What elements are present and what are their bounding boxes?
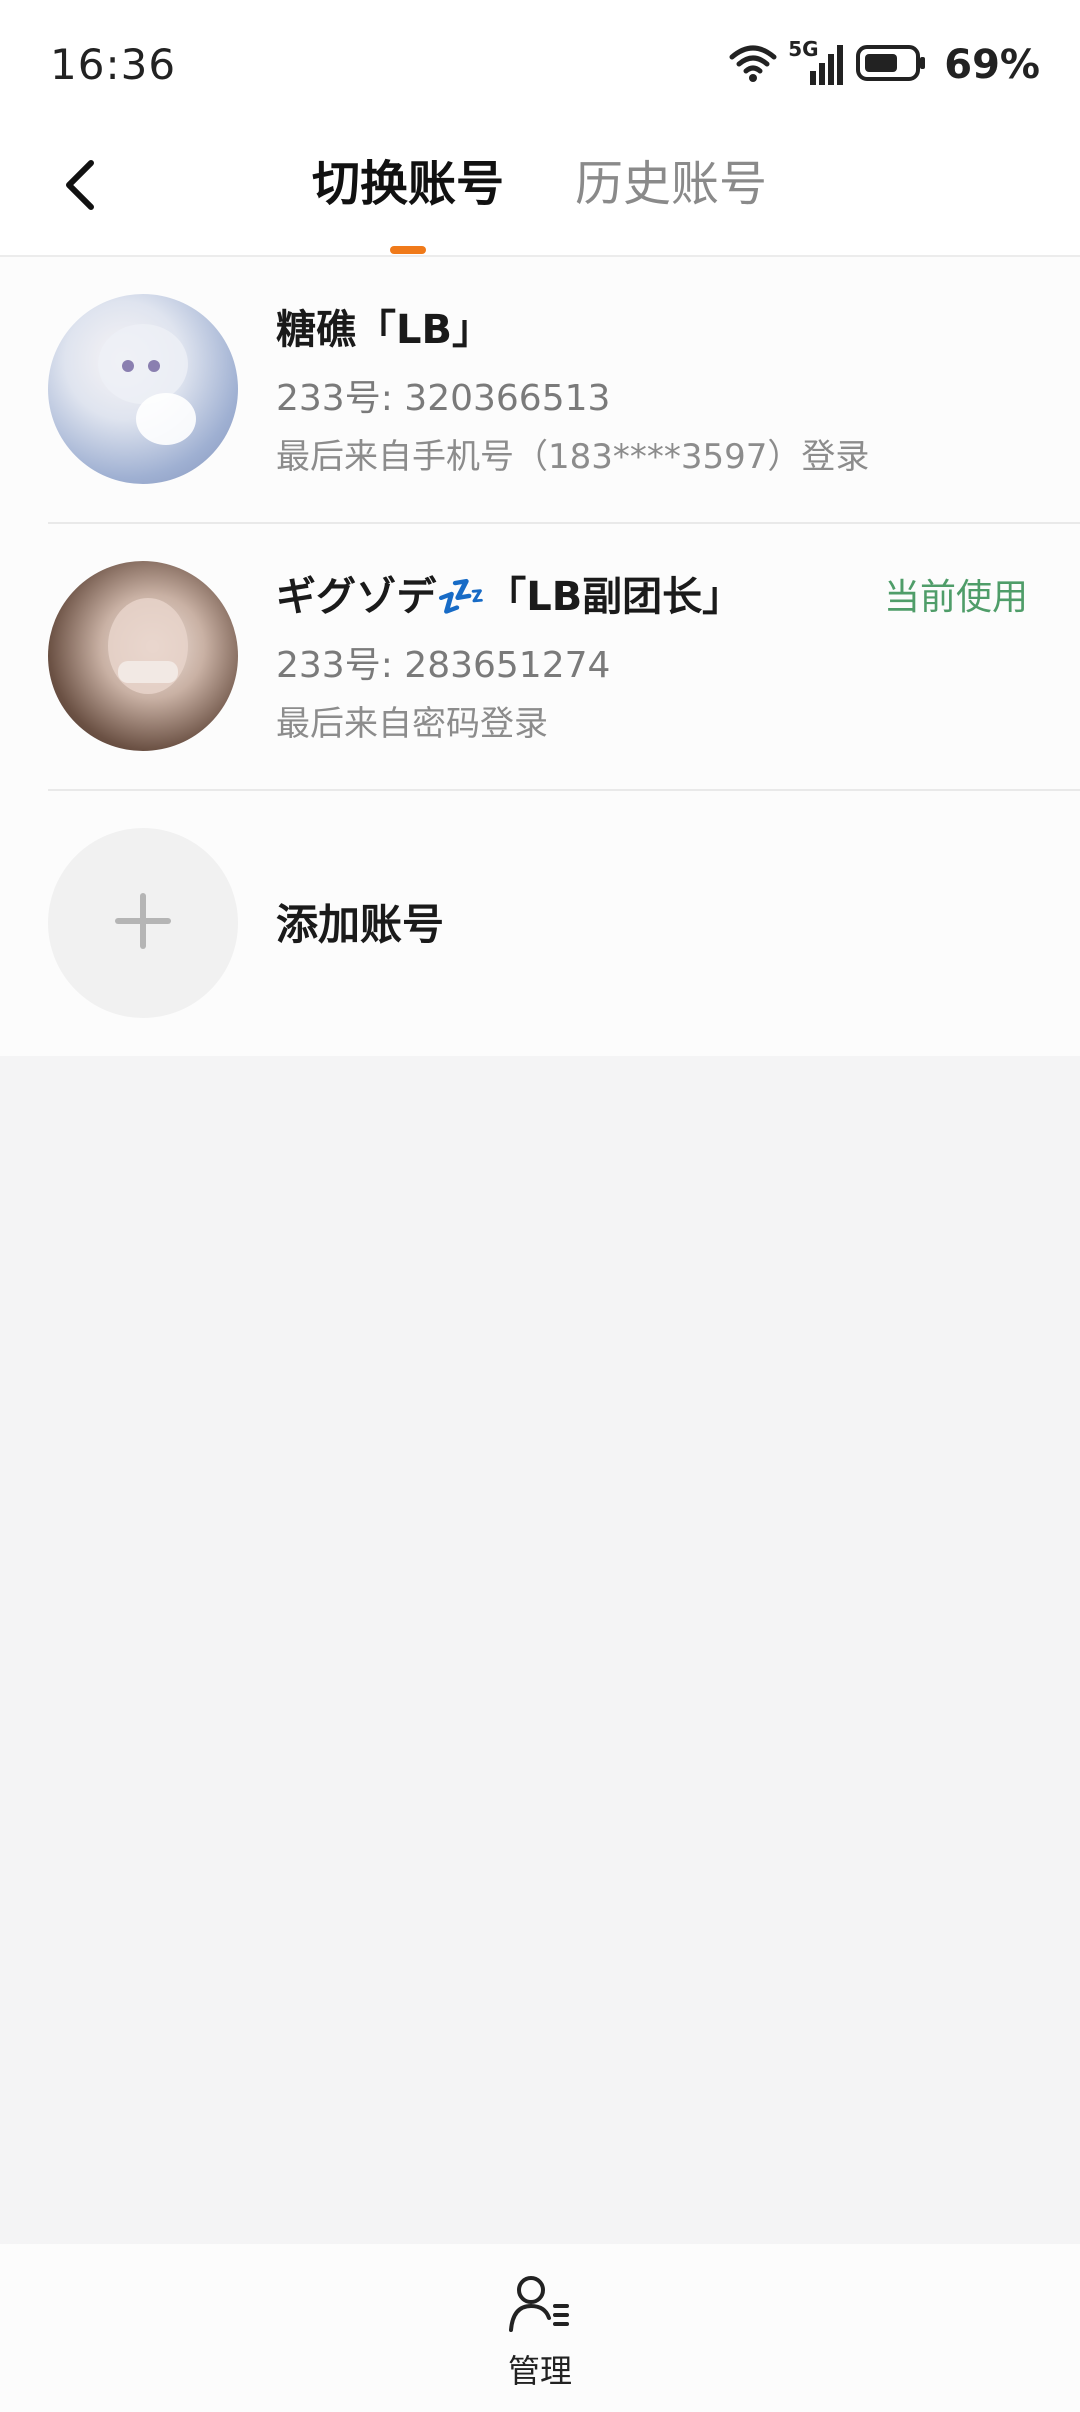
- status-icons: 5G 69%: [728, 37, 1040, 88]
- add-account-label: 添加账号: [276, 900, 445, 949]
- account-id: 233号: 320366513: [276, 378, 611, 419]
- user-manage-icon: [507, 2274, 573, 2338]
- signal-icon: 5G: [788, 37, 846, 87]
- avatar: [48, 294, 238, 484]
- account-name: 糖礁「LB」: [276, 307, 492, 353]
- account-name: ギグゾデ💤「LB副团长」: [276, 574, 743, 620]
- header: 切换账号 历史账号: [0, 130, 1080, 257]
- add-avatar: [48, 828, 238, 1018]
- account-last-login: 最后来自手机号（183****3597）登录: [276, 437, 870, 477]
- back-button[interactable]: [44, 152, 114, 222]
- manage-label: 管理: [507, 2352, 572, 2390]
- account-last-login: 最后来自密码登录: [276, 704, 548, 744]
- account-item[interactable]: 糖礁「LB」 233号: 320366513 最后来自手机号（183****35…: [48, 257, 1080, 524]
- battery-icon: [856, 43, 928, 87]
- add-account-button[interactable]: 添加账号: [48, 791, 1080, 1056]
- tab-switch-account[interactable]: 切换账号: [312, 154, 504, 214]
- battery-level: 69%: [944, 42, 1040, 88]
- manage-button[interactable]: 管理: [490, 2274, 590, 2394]
- account-item[interactable]: ギグゾデ💤「LB副团长」 当前使用 233号: 283651274 最后来自密码…: [48, 524, 1080, 791]
- active-tab-indicator: [390, 246, 426, 254]
- account-id: 233号: 283651274: [276, 645, 611, 686]
- status-time: 16:36: [50, 40, 177, 89]
- bottom-bar: 管理: [0, 2244, 1080, 2412]
- wifi-icon: [728, 43, 778, 87]
- status-bar: 16:36 5G 69%: [0, 0, 1080, 130]
- tab-history-account[interactable]: 历史账号: [575, 154, 767, 214]
- back-arrow-icon: [59, 157, 99, 217]
- current-use-badge: 当前使用: [883, 577, 1028, 618]
- avatar: [48, 561, 238, 751]
- account-list: 糖礁「LB」 233号: 320366513 最后来自手机号（183****35…: [0, 257, 1080, 1056]
- plus-icon: [111, 889, 175, 957]
